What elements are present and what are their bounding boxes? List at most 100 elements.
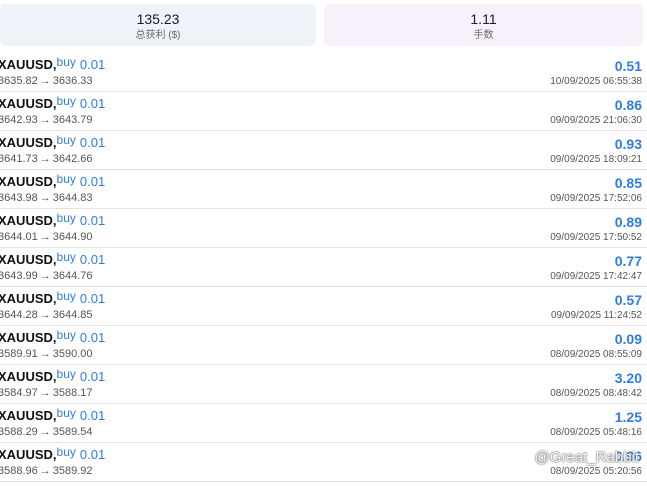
trade-volume: 0.01 — [79, 447, 106, 462]
open-price: 3588.96 — [0, 465, 38, 477]
total-profit-label: 总获利 ($) — [135, 30, 181, 41]
trade-time: 09/09/2025 18:09:21 — [550, 154, 642, 165]
arrow-right-icon: → — [39, 192, 51, 204]
trade-side: buy — [56, 55, 76, 69]
trade-row[interactable]: XAUUSD,buy 0.01 3643.99 → 3644.76 0.77 09/0… — [0, 248, 647, 287]
trade-profit: 0.09 — [614, 331, 642, 347]
open-price: 3643.98 — [0, 192, 38, 204]
trade-symbol: XAUUSD,buy 0.01 — [0, 211, 106, 228]
total-lots-card[interactable]: 1.11 手数 — [324, 4, 643, 46]
trade-list: XAUUSD,buy 0.01 3635.82 → 3636.33 0.51 10/0… — [0, 53, 647, 482]
trade-prices: 3589.91 → 3590.00 — [0, 347, 93, 361]
trade-time: 10/09/2025 06:55:38 — [550, 76, 642, 87]
total-lots-value: 1.11 — [470, 11, 497, 27]
trade-volume: 0.01 — [79, 57, 106, 72]
trade-row[interactable]: XAUUSD,buy 0.01 3644.01 → 3644.90 0.89 09/0… — [0, 209, 647, 248]
total-profit-card[interactable]: 135.23 总获利 ($) — [0, 4, 316, 46]
trade-volume: 0.01 — [79, 330, 106, 345]
trade-side: buy — [56, 211, 76, 225]
trade-row[interactable]: XAUUSD,buy 0.01 3589.91 → 3590.00 0.09 08/0… — [0, 326, 647, 365]
open-price: 3643.99 — [0, 270, 38, 282]
trade-prices: 3642.93 → 3643.79 — [0, 113, 93, 127]
trade-row[interactable]: XAUUSD,buy 0.01 3588.29 → 3589.54 1.25 08/0… — [0, 404, 647, 443]
trade-profit: 0.85 — [614, 175, 642, 191]
arrow-right-icon: → — [39, 348, 51, 360]
trade-side: buy — [56, 367, 76, 381]
trade-time: 09/09/2025 17:42:47 — [550, 271, 642, 282]
close-price: 3588.17 — [52, 387, 93, 399]
trade-prices: 3643.99 → 3644.76 — [0, 269, 93, 283]
total-lots-label: 手数 — [473, 30, 494, 41]
trade-time: 09/09/2025 17:50:52 — [550, 232, 642, 243]
arrow-right-icon: → — [39, 465, 51, 477]
trade-symbol: XAUUSD,buy 0.01 — [0, 367, 106, 384]
arrow-right-icon: → — [39, 231, 51, 243]
trade-profit: 0.96 — [614, 448, 642, 464]
arrow-right-icon: → — [39, 387, 51, 399]
close-price: 3644.83 — [52, 192, 93, 204]
trade-symbol: XAUUSD,buy 0.01 — [0, 328, 106, 345]
trade-row[interactable]: XAUUSD,buy 0.01 3644.28 → 3644.85 0.57 09/0… — [0, 287, 647, 326]
close-price: 3644.76 — [52, 270, 93, 282]
trade-time: 09/09/2025 11:24:52 — [550, 310, 642, 321]
open-price: 3642.93 — [0, 114, 38, 126]
total-profit-value: 135.23 — [136, 11, 180, 27]
trade-volume: 0.01 — [79, 96, 106, 111]
close-price: 3589.54 — [52, 426, 93, 438]
trade-volume: 0.01 — [79, 291, 106, 306]
trade-side: buy — [56, 445, 76, 459]
trade-time: 09/09/2025 17:52:06 — [550, 193, 642, 204]
close-price: 3636.33 — [52, 75, 93, 87]
close-price: 3644.90 — [52, 231, 93, 243]
trade-symbol: XAUUSD,buy 0.01 — [0, 289, 106, 306]
trade-prices: 3588.29 → 3589.54 — [0, 425, 93, 439]
trade-prices: 3584.97 → 3588.17 — [0, 386, 93, 400]
trade-side: buy — [56, 406, 76, 420]
trade-side: buy — [56, 328, 76, 342]
trade-row[interactable]: XAUUSD,buy 0.01 3641.73 → 3642.66 0.93 09/0… — [0, 131, 647, 170]
trade-time: 08/09/2025 05:48:16 — [550, 427, 642, 438]
arrow-right-icon: → — [39, 270, 51, 282]
open-price: 3644.01 — [0, 231, 38, 243]
trade-time: 09/09/2025 21:06:30 — [550, 115, 642, 126]
trade-side: buy — [56, 133, 76, 147]
trade-side: buy — [56, 250, 76, 264]
trade-row[interactable]: XAUUSD,buy 0.01 3588.96 → 3589.92 0.96 08/0… — [0, 443, 647, 482]
trade-time: 08/09/2025 08:55:09 — [550, 349, 642, 360]
trade-volume: 0.01 — [79, 174, 106, 189]
trade-profit: 0.77 — [614, 253, 642, 269]
close-price: 3644.85 — [52, 309, 93, 321]
trade-profit: 0.93 — [614, 136, 642, 152]
open-price: 3584.97 — [0, 387, 38, 399]
trade-time: 08/09/2025 05:20:56 — [550, 466, 642, 477]
arrow-right-icon: → — [39, 426, 51, 438]
close-price: 3589.92 — [52, 465, 93, 477]
trade-row[interactable]: XAUUSD,buy 0.01 3642.93 → 3643.79 0.86 09/0… — [0, 92, 647, 131]
trade-row[interactable]: XAUUSD,buy 0.01 3635.82 → 3636.33 0.51 10/0… — [0, 53, 647, 92]
trade-symbol: XAUUSD,buy 0.01 — [0, 406, 106, 423]
trade-prices: 3635.82 → 3636.33 — [0, 74, 93, 88]
trade-symbol: XAUUSD,buy 0.01 — [0, 250, 106, 267]
trade-prices: 3644.01 → 3644.90 — [0, 230, 93, 244]
trade-side: buy — [56, 289, 76, 303]
trade-profit: 0.51 — [614, 58, 642, 74]
trade-symbol: XAUUSD,buy 0.01 — [0, 94, 106, 111]
trade-symbol: XAUUSD,buy 0.01 — [0, 55, 106, 72]
trade-profit: 0.57 — [614, 292, 642, 308]
open-price: 3644.28 — [0, 309, 38, 321]
trade-row[interactable]: XAUUSD,buy 0.01 3643.98 → 3644.83 0.85 09/0… — [0, 170, 647, 209]
trade-volume: 0.01 — [79, 369, 106, 384]
trade-row[interactable]: XAUUSD,buy 0.01 3584.97 → 3588.17 3.20 08/0… — [0, 365, 647, 404]
trade-symbol: XAUUSD,buy 0.01 — [0, 445, 106, 462]
trade-prices: 3644.28 → 3644.85 — [0, 308, 93, 322]
trade-symbol: XAUUSD,buy 0.01 — [0, 133, 106, 150]
open-price: 3641.73 — [0, 153, 38, 165]
close-price: 3643.79 — [52, 114, 93, 126]
arrow-right-icon: → — [39, 114, 51, 126]
summary-bar: 135.23 总获利 ($) 1.11 手数 — [0, 4, 647, 48]
open-price: 3635.82 — [0, 75, 38, 87]
open-price: 3589.91 — [0, 348, 38, 360]
arrow-right-icon: → — [39, 309, 51, 321]
trade-side: buy — [56, 94, 76, 108]
trade-prices: 3588.96 → 3589.92 — [0, 464, 93, 478]
